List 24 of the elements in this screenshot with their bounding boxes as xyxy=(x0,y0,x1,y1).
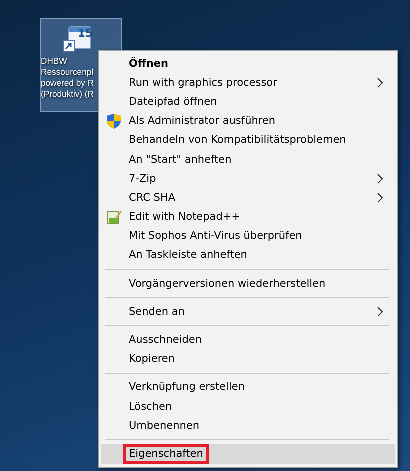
menu-item[interactable]: An Taskleiste anheften xyxy=(101,246,395,266)
menu-item[interactable]: Löschen xyxy=(101,397,395,416)
menu-item[interactable]: Als Administrator ausführen xyxy=(101,112,395,131)
menu-item[interactable]: Mit Sophos Anti-Virus überprüfen xyxy=(101,226,395,246)
menu-item[interactable]: Senden an xyxy=(101,302,395,322)
chevron-icon xyxy=(377,174,383,184)
menu-item[interactable]: Edit with Notepad++ xyxy=(101,208,395,227)
shield-icon xyxy=(107,114,121,129)
shortcut-arrow-icon xyxy=(63,40,75,52)
menu-item[interactable]: 7-Zip xyxy=(101,169,395,188)
menu-item[interactable]: Umbenennen xyxy=(101,416,395,436)
menu-item[interactable]: Kopieren xyxy=(101,350,395,369)
chevron-icon xyxy=(377,307,383,318)
chevron-icon xyxy=(377,193,383,204)
menu-item[interactable]: Behandeln von Kompatibilitätsproblemen xyxy=(101,130,395,150)
menu-item[interactable]: Verknüpfung erstellen xyxy=(101,378,395,397)
chevron-icon xyxy=(377,78,383,88)
notepad-icon xyxy=(107,210,122,224)
menu-item[interactable]: Vorgängerversionen wiederherstellen xyxy=(101,274,395,294)
menu-item[interactable]: An "Start" anheften xyxy=(101,150,395,170)
menu-item[interactable]: Ausschneiden xyxy=(101,330,395,350)
menu-item[interactable]: CRC SHA xyxy=(101,188,395,208)
icon-label: DHBW Ressourcenpl powered by R (Produktiv) (R xyxy=(41,56,96,100)
menu-item[interactable]: Eigenschaften xyxy=(101,444,395,464)
